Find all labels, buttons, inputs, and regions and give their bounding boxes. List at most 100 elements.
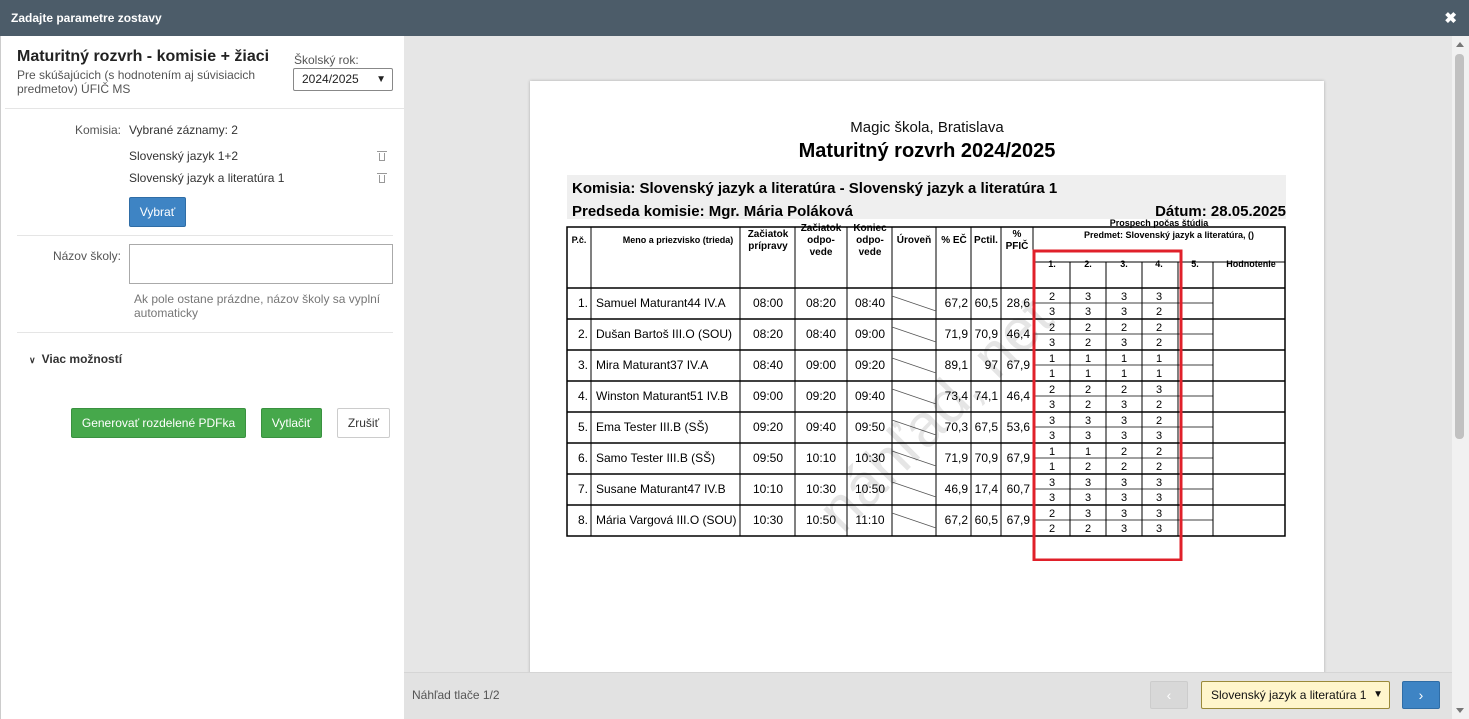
grade-cell: 2 [1121,461,1127,473]
row-number: 3. [578,358,588,372]
grade-cell: 3 [1085,306,1091,318]
cell-zaciatok-pripravy: 10:30 [753,513,783,527]
print-preview: Magic škola, Bratislava Maturitný rozvrh… [404,36,1452,672]
print-button[interactable]: Vytlačiť [261,408,322,438]
report-title: Maturitný rozvrh - komisie + žiaci [17,48,270,65]
grade-cell: 3 [1156,430,1162,442]
cell-koniec-odpovede: 10:30 [855,451,885,465]
nazov-skoly-label: Názov školy: [52,249,121,263]
grade-cell: 1 [1049,461,1055,473]
grade-cell: 3 [1049,306,1055,318]
grade-cell: 3 [1156,492,1162,504]
grade-cell: 2 [1156,322,1162,334]
cell-pctil: 97 [985,358,999,372]
uroven-empty-mark [891,419,937,436]
header-pfic-1: % [1013,229,1022,240]
cell-pfic: 60,7 [1007,482,1031,496]
grade-cell: 3 [1085,492,1091,504]
cell-zaciatok-pripravy: 09:20 [753,420,783,434]
header-year-4: 4. [1155,259,1163,269]
trash-icon[interactable] [377,150,387,162]
cell-pctil: 60,5 [975,513,999,527]
header-koniec-odpovede-1: Koniec [853,223,887,234]
uroven-empty-mark [891,357,937,374]
nazov-skoly-input[interactable] [129,244,393,284]
uroven-empty-mark [891,512,937,529]
header-koniec-odpovede-3: vede [859,247,882,258]
grade-cell: 3 [1049,399,1055,411]
preview-scrollbar[interactable] [1452,36,1469,719]
grade-cell: 1 [1049,446,1055,458]
report-subtitle: Pre skúšajúcich (s hodnotením aj súvisia… [17,68,256,96]
grade-cell: 1 [1049,368,1055,380]
grade-cell: 1 [1156,353,1162,365]
header-year-5: 5. [1191,259,1199,269]
generate-pdf-button[interactable]: Generovať rozdelené PDFka [71,408,246,438]
grade-cell: 3 [1049,337,1055,349]
grade-cell: 3 [1085,291,1091,303]
viac-moznosti-label: Viac možností [41,352,123,366]
grade-cell: 3 [1049,430,1055,442]
header-ec: % EČ [941,233,967,246]
cell-ec: 71,9 [945,327,969,341]
next-page-button[interactable]: › [1402,681,1440,709]
cell-ec: 89,1 [945,358,969,372]
uroven-empty-mark [891,388,937,405]
grade-cell: 2 [1049,322,1055,334]
grade-cell: 3 [1121,306,1127,318]
grade-cell: 1 [1121,353,1127,365]
viac-moznosti-toggle[interactable]: ∨ Viac možností [29,352,122,366]
close-icon[interactable]: ✖ [1444,9,1457,27]
grade-cell: 1 [1085,368,1091,380]
grade-cell: 2 [1085,523,1091,535]
grade-cell: 3 [1049,415,1055,427]
divider [17,332,393,333]
row-number: 2. [578,327,588,341]
cell-koniec-odpovede: 09:50 [855,420,885,434]
cell-pctil: 70,9 [975,451,999,465]
cell-ec: 67,2 [945,513,969,527]
cell-pfic: 28,6 [1007,296,1031,310]
vybrat-button[interactable]: Vybrať [129,197,186,227]
grade-cell: 2 [1121,322,1127,334]
cell-pctil: 70,9 [975,327,999,341]
row-number: 4. [578,389,588,403]
school-year-select[interactable]: 2024/2025 ▼ [293,68,393,91]
grade-cell: 3 [1156,384,1162,396]
grade-cell: 1 [1085,353,1091,365]
komisia-page-select[interactable]: Slovenský jazyk a literatúra 1 ▼ [1201,681,1390,709]
cell-zaciatok-pripravy: 10:10 [753,482,783,496]
komisia-item: Slovenský jazyk 1+2 [129,149,239,163]
header-zaciatok-odpovede-3: vede [810,247,833,258]
header-year-1: 1. [1048,259,1056,269]
row-number: 1. [578,296,588,310]
trash-icon[interactable] [377,172,387,184]
grade-cell: 1 [1156,368,1162,380]
grade-cell: 3 [1121,477,1127,489]
cell-zaciatok-pripravy: 09:00 [753,389,783,403]
cancel-button[interactable]: Zrušiť [337,408,390,438]
grade-cell: 3 [1121,430,1127,442]
divider [17,235,393,236]
cell-koniec-odpovede: 09:20 [855,358,885,372]
scroll-down-icon[interactable] [1456,708,1464,713]
komisia-label: Komisia: [74,123,121,137]
row-number: 6. [578,451,588,465]
cell-pctil: 67,5 [975,420,999,434]
cell-zaciatok-pripravy: 09:50 [753,451,783,465]
header-pc: P.č. [572,235,587,245]
grade-cell: 3 [1156,291,1162,303]
cell-zaciatok-pripravy: 08:00 [753,296,783,310]
scroll-up-icon[interactable] [1456,42,1464,47]
header-year-3: 3. [1120,259,1128,269]
grade-cell: 3 [1085,477,1091,489]
cell-zaciatok-odpovede: 08:40 [806,327,836,341]
grade-cell: 2 [1085,337,1091,349]
prev-page-button[interactable]: ‹ [1150,681,1188,709]
cell-zaciatok-odpovede: 08:20 [806,296,836,310]
chevron-down-icon: ▼ [1373,689,1383,700]
scroll-thumb[interactable] [1455,54,1464,439]
header-year-2: 2. [1084,259,1092,269]
grade-cell: 3 [1049,477,1055,489]
cell-pfic: 67,9 [1007,451,1031,465]
